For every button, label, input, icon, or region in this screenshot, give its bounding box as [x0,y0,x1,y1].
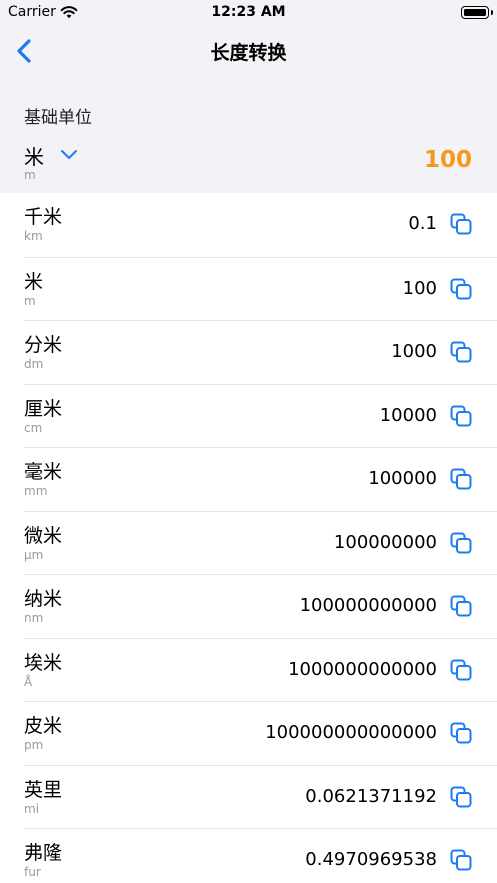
unit-name: 微米 [24,524,63,547]
unit-name: 皮米 [24,715,63,737]
unit-name: 厘米 [24,397,63,420]
unit-value: 0.1 [408,213,437,234]
list-item: 分米 dm 1000 [24,320,497,384]
unit-value: 100000000000000 [265,722,437,743]
list-item: 米 m 100 [24,256,497,321]
unit-name: 弗隆 [24,842,63,864]
unit-value: 100000000000 [299,595,437,616]
status-bar: Carrier 12:23 AM [0,0,497,26]
list-item: 皮米 pm 100000000000000 [24,701,497,765]
list-item: 弗隆 fur 0.4970969538 [24,828,497,883]
copy-icon[interactable] [449,212,473,236]
base-value-input[interactable]: 100 [424,147,472,173]
copy-icon[interactable] [449,531,473,555]
unit-symbol: Å [24,674,33,689]
unit-value: 1000 [391,341,437,362]
base-unit-symbol: m [24,168,36,182]
unit-value: 100000000 [333,531,437,553]
list-item: 千米 km 0.1 [24,193,497,257]
copy-icon[interactable] [449,594,473,618]
copy-icon[interactable] [449,467,473,491]
unit-symbol: m [24,293,36,308]
header-area: Carrier 12:23 AM 长度转换 基础单位 米 m 100 [0,0,497,193]
list-item: 微米 μm 100000000 [24,510,497,575]
copy-icon[interactable] [449,785,473,809]
unit-symbol: μm [24,547,44,562]
unit-name: 英里 [24,778,63,801]
list-item: 厘米 cm 10000 [24,383,497,448]
unit-symbol: pm [24,738,44,752]
unit-value: 0.4970969538 [305,849,437,870]
unit-symbol: cm [24,420,43,435]
unit-symbol: nm [24,611,44,625]
unit-value: 10000 [379,404,437,426]
copy-icon[interactable] [449,848,473,872]
unit-name: 毫米 [24,461,63,483]
unit-value: 100000 [368,468,437,489]
unit-name: 纳米 [24,588,63,610]
status-time: 12:23 AM [211,4,286,20]
unit-name: 埃米 [24,651,63,674]
unit-value: 0.0621371192 [305,785,437,807]
list-item: 纳米 nm 100000000000 [24,574,497,638]
base-unit-label: 基础单位 [24,108,92,128]
list-item: 埃米 Å 1000000000000 [24,637,497,702]
unit-symbol: fur [24,865,41,879]
base-unit-selector[interactable]: 米 [24,141,44,170]
copy-icon[interactable] [449,721,473,745]
copy-icon[interactable] [449,340,473,364]
list-item: 毫米 mm 100000 [24,447,497,511]
unit-name: 分米 [24,334,63,356]
unit-symbol: dm [24,357,44,371]
unit-name: 千米 [24,206,63,228]
unit-name: 米 [24,270,44,293]
copy-icon[interactable] [449,658,473,682]
unit-value: 100 [402,277,437,299]
unit-symbol: mi [24,801,40,816]
copy-icon[interactable] [449,404,473,428]
copy-icon[interactable] [449,277,473,301]
unit-list: 千米 km 0.1 米 m 100 分米 dm 1000 厘米 cm 10000 毫米 mm 100000 微… [0,193,497,883]
list-item: 英里 mi 0.0621371192 [24,764,497,829]
battery-icon [461,6,493,19]
unit-value: 1000000000000 [288,658,437,680]
chevron-down-icon[interactable] [60,146,78,165]
unit-symbol: mm [24,484,48,498]
unit-symbol: km [24,229,43,243]
page-title: 长度转换 [210,42,287,64]
